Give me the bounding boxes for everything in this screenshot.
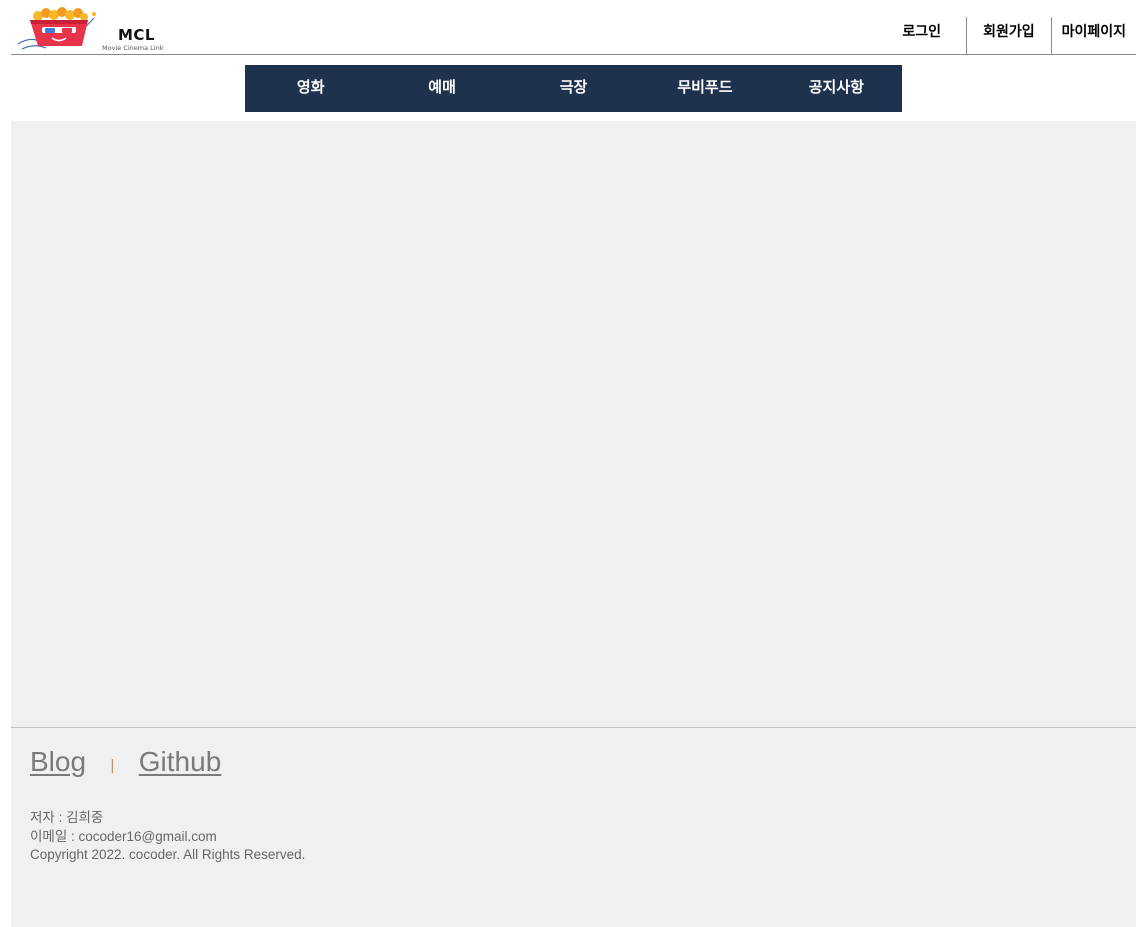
- nav-movies[interactable]: 영화: [245, 65, 376, 112]
- footer-links: Blog | Github: [30, 746, 221, 778]
- signup-link[interactable]: 회원가입: [966, 17, 1051, 54]
- popcorn-3d-glasses-icon: [17, 7, 96, 50]
- email-text: 이메일 : cocoder16@gmail.com: [30, 828, 217, 844]
- logo-title: MCL: [118, 26, 155, 44]
- github-link[interactable]: Github: [139, 746, 222, 778]
- footer-info: 저자 : 김희중 이메일 : cocoder16@gmail.com Copyr…: [30, 809, 305, 865]
- main-nav: 영화 예매 극장 무비푸드 공지사항: [245, 65, 902, 112]
- nav-theaters[interactable]: 극장: [508, 65, 639, 112]
- blog-link[interactable]: Blog: [30, 746, 86, 778]
- footer: Blog | Github 저자 : 김희중 이메일 : cocoder16@g…: [11, 727, 1136, 927]
- top-nav: 로그인 회원가입 마이페이지: [902, 17, 1136, 54]
- nav-movie-food[interactable]: 무비푸드: [639, 65, 770, 112]
- mypage-link[interactable]: 마이페이지: [1050, 17, 1136, 54]
- page: MCL Movie Cinema Link 로그인 회원가입 마이페이지 영화 …: [0, 0, 1138, 927]
- nav-booking[interactable]: 예매: [376, 65, 507, 112]
- logo-subtitle: Movie Cinema Link: [102, 44, 164, 52]
- footer-link-separator: |: [110, 758, 115, 774]
- nav-notices[interactable]: 공지사항: [771, 65, 902, 112]
- main-content: [11, 121, 1136, 727]
- logo[interactable]: MCL Movie Cinema Link: [16, 6, 176, 52]
- author-text: 저자 : 김희중: [30, 810, 104, 825]
- header: MCL Movie Cinema Link 로그인 회원가입 마이페이지: [11, 0, 1136, 55]
- copyright-text: Copyright 2022. cocoder. All Rights Rese…: [30, 847, 306, 862]
- login-link[interactable]: 로그인: [902, 17, 966, 54]
